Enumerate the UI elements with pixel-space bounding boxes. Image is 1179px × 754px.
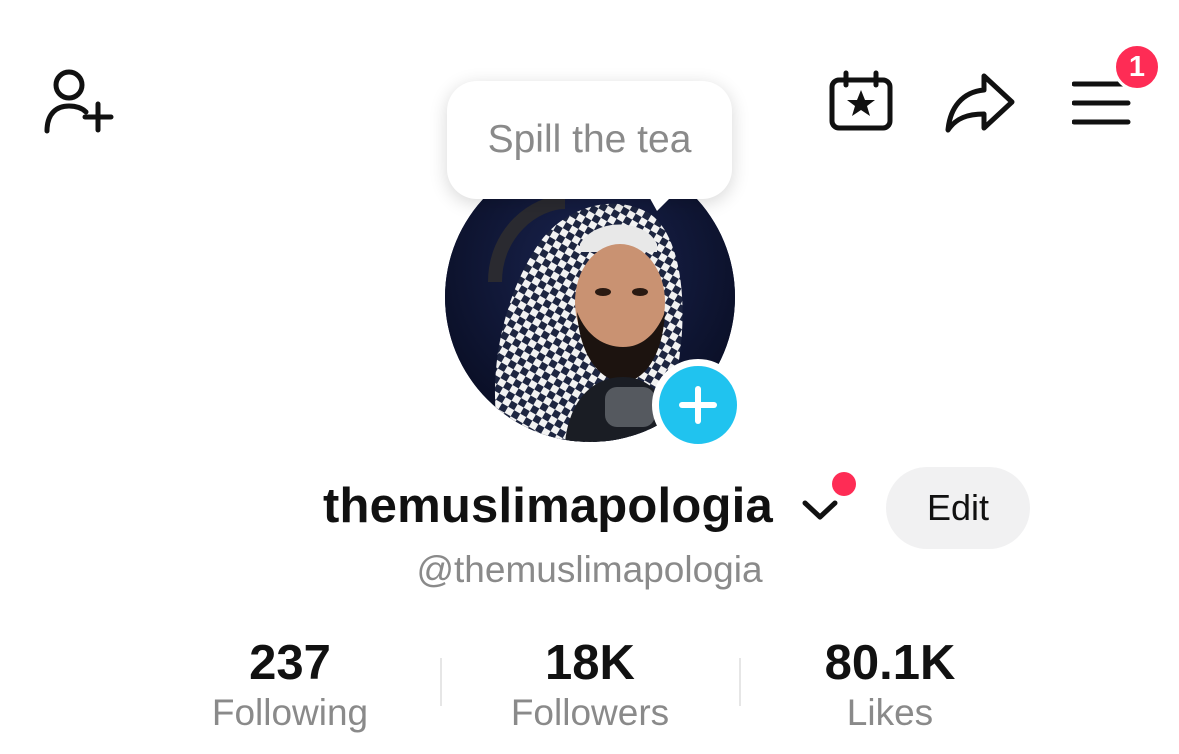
chevron-down-icon[interactable] [801, 497, 839, 528]
username: themuslimapologia [323, 479, 773, 533]
profile-handle: @themuslimapologia [416, 549, 763, 590]
followers-label: Followers [510, 692, 670, 733]
following-label: Following [211, 692, 369, 733]
followers-count: 18K [545, 636, 635, 690]
likes-label: Likes [846, 692, 934, 733]
following-count: 237 [249, 636, 331, 690]
divider [440, 658, 442, 706]
calendar-star-icon[interactable] [828, 70, 894, 132]
stat-following[interactable]: 237 Following [190, 633, 390, 735]
edit-profile-button[interactable]: Edit [886, 467, 1030, 549]
stat-followers[interactable]: 18K Followers [490, 633, 690, 735]
add-friend-icon[interactable] [42, 68, 114, 134]
notification-dot [832, 472, 856, 496]
notification-badge: 1 [1113, 43, 1161, 91]
share-arrow-icon[interactable] [944, 70, 1016, 134]
likes-count: 80.1K [824, 636, 956, 690]
tooltip-text: Spill the tea [487, 118, 692, 161]
plus-icon [679, 386, 717, 424]
divider [739, 658, 741, 706]
stat-likes[interactable]: 80.1K Likes [790, 633, 990, 735]
tooltip-bubble: Spill the tea [447, 81, 732, 199]
add-story-button[interactable] [652, 359, 744, 451]
tooltip-tail [647, 193, 675, 211]
